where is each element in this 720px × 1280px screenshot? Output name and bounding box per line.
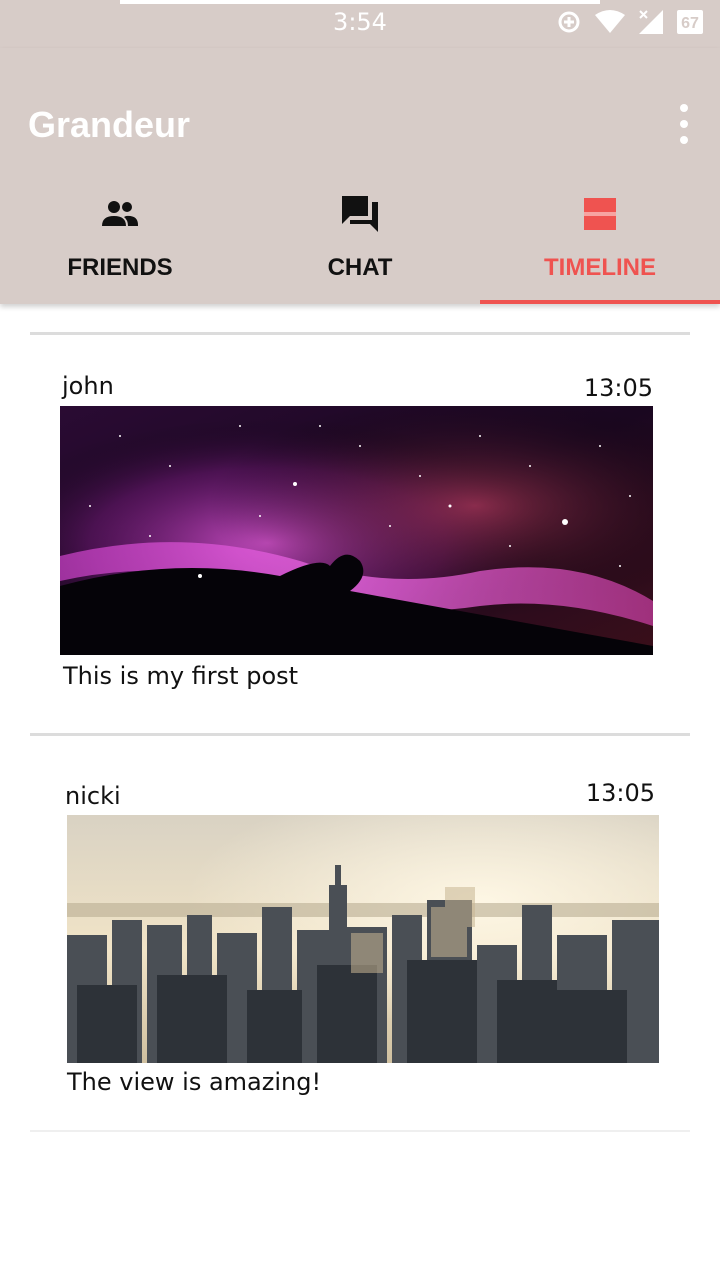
status-top-line [120, 0, 600, 4]
app-bar: Grandeur FRIENDS CHAT TIMELINE [0, 48, 720, 304]
tab-label: FRIENDS [67, 254, 173, 281]
tab-indicator [480, 300, 720, 304]
status-icons: 67 [556, 8, 704, 36]
nebula-image [60, 406, 653, 655]
more-vert-icon[interactable] [672, 104, 696, 144]
post-divider [30, 733, 690, 736]
wifi-icon [595, 10, 625, 33]
battery-level: 67 [681, 15, 699, 32]
forum-icon [342, 196, 378, 232]
app-title: Grandeur [28, 104, 191, 145]
post-divider [30, 332, 690, 335]
menu-dot [680, 136, 688, 144]
tab-timeline[interactable]: TIMELINE [480, 188, 720, 304]
post-caption: This is my first post [63, 662, 299, 690]
city-skyline-image [67, 815, 659, 1063]
post-author: nicki [65, 782, 121, 810]
post-time: 13:05 [585, 779, 655, 807]
post-image-city[interactable] [67, 815, 659, 1063]
people-icon [102, 201, 138, 226]
tab-chat[interactable]: CHAT [240, 188, 480, 304]
tab-bar: FRIENDS CHAT TIMELINE [0, 188, 720, 304]
view-stream-icon [584, 198, 616, 230]
post-time: 13:05 [583, 374, 653, 402]
post-divider [30, 1130, 690, 1132]
data-saver-icon [558, 11, 580, 33]
battery-icon: 67 [677, 10, 703, 34]
menu-dot [680, 120, 688, 128]
post-author: john [62, 372, 114, 400]
tab-label: CHAT [327, 254, 393, 281]
tab-label: TIMELINE [544, 254, 656, 281]
cell-signal-icon [639, 10, 663, 34]
status-bar: 3:54 67 [0, 0, 720, 48]
post-caption: The view is amazing! [67, 1068, 322, 1096]
menu-dot [680, 104, 688, 112]
post-image-nebula[interactable] [60, 406, 653, 655]
tab-friends[interactable]: FRIENDS [0, 188, 240, 304]
